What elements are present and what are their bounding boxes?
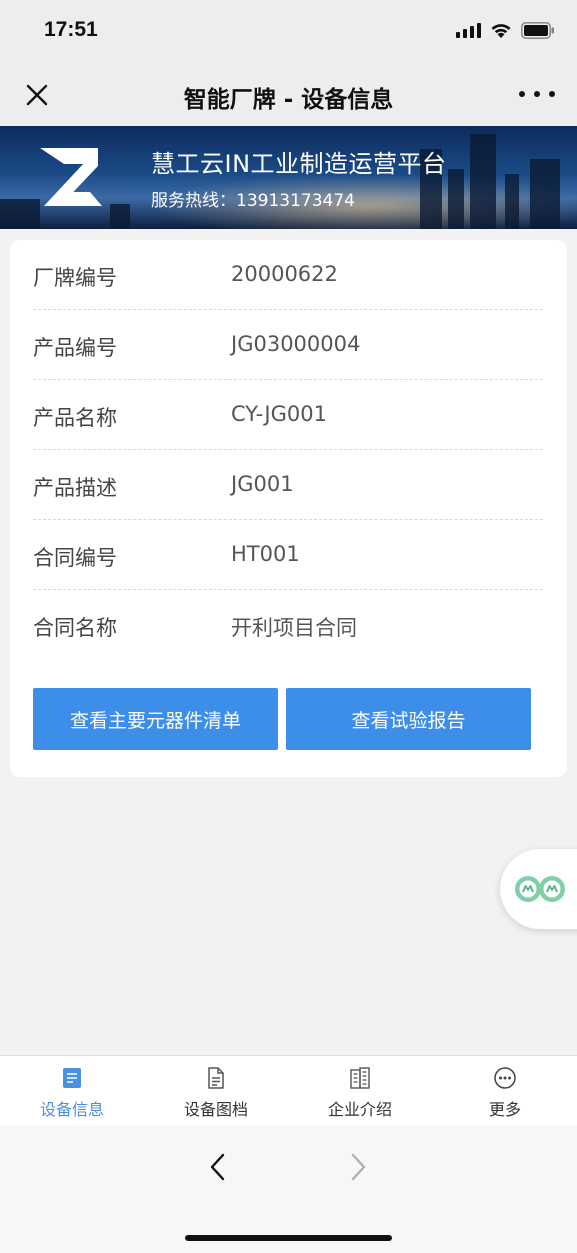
assistant-float-button[interactable] [500,849,577,929]
row-label: 产品描述 [33,476,117,500]
tab-more[interactable]: 更多 [433,1056,577,1126]
file-icon [208,1067,224,1089]
row-label: 合同编号 [33,546,117,570]
row-label: 产品编号 [33,336,117,360]
view-components-button[interactable]: 查看主要元器件清单 [33,688,278,750]
info-row-plate-number: 厂牌编号 20000622 [33,240,543,310]
forward-arrow-icon[interactable] [345,1152,371,1182]
browser-nav-bar [0,1125,577,1253]
row-label: 合同名称 [33,616,117,640]
building-icon [350,1067,370,1089]
info-row-product-name: 产品名称 CY-JG001 [33,380,543,450]
row-value: HT001 [231,542,300,566]
bottom-tab-bar: 设备信息 设备图档 企业介绍 更多 [0,1055,577,1125]
status-bar: 17:51 [0,0,577,62]
tab-device-info[interactable]: 设备信息 [0,1056,144,1126]
tab-device-drawings[interactable]: 设备图档 [144,1056,288,1126]
device-info-card: 厂牌编号 20000622 产品编号 JG03000004 产品名称 CY-JG… [10,240,567,777]
page-title: 智能厂牌 - 设备信息 [183,87,394,113]
tab-label: 更多 [488,1100,521,1119]
banner: 慧工云IN工业制造运营平台 服务热线：13913173474 [0,126,577,229]
info-row-product-description: 产品描述 JG001 [33,450,543,520]
tab-company-intro[interactable]: 企业介绍 [288,1056,432,1126]
more-icon [494,1067,516,1089]
row-label: 厂牌编号 [33,266,117,290]
row-label: 产品名称 [33,406,117,430]
tab-label: 设备信息 [39,1100,104,1119]
back-arrow-icon[interactable] [205,1152,231,1182]
row-value: JG001 [231,472,294,496]
view-test-report-button[interactable]: 查看试验报告 [286,688,531,750]
signal-icon [456,22,481,38]
status-time: 17:51 [44,18,98,41]
row-value: 开利项目合同 [231,616,357,640]
nav-bar: 智能厂牌 - 设备信息 [0,62,577,126]
info-row-contract-name: 合同名称 开利项目合同 [33,590,543,660]
chat-bot-icon [515,876,565,902]
battery-icon [521,21,554,39]
tab-label: 企业介绍 [327,1100,392,1119]
status-icons [456,20,555,40]
banner-hotline: 服务热线：13913173474 [151,191,355,211]
row-value: JG03000004 [231,332,361,356]
logo-icon [40,148,102,206]
home-indicator[interactable] [185,1235,392,1241]
document-icon [63,1068,81,1088]
row-value: CY-JG001 [231,402,327,426]
tab-label: 设备图档 [183,1100,248,1119]
info-row-product-number: 产品编号 JG03000004 [33,310,543,380]
row-value: 20000622 [231,262,338,286]
banner-title: 慧工云IN工业制造运营平台 [151,150,447,178]
more-menu-icon[interactable] [519,82,555,106]
info-row-contract-number: 合同编号 HT001 [33,520,543,590]
wifi-icon [491,23,511,38]
